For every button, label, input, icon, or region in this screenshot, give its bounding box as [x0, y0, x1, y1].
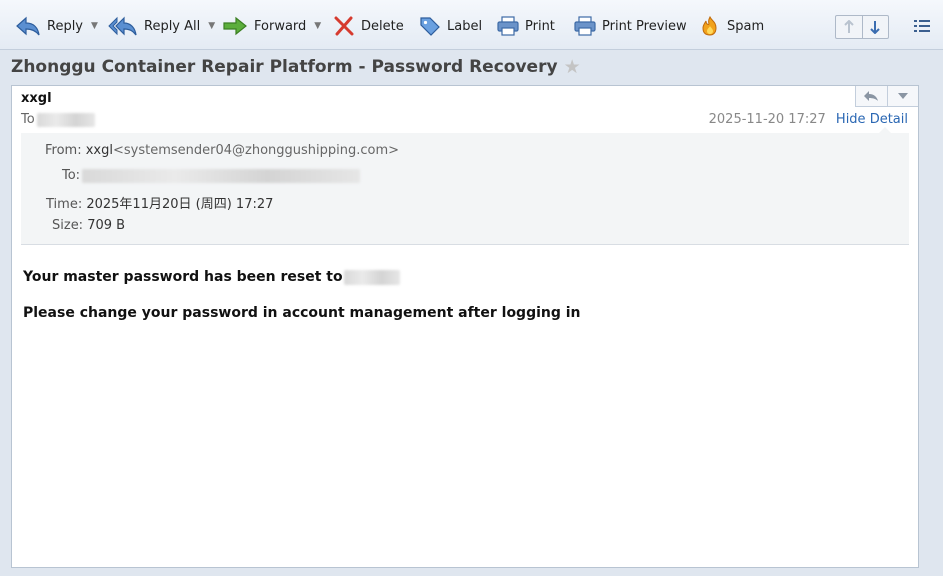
body-line-reset: Your master password has been reset to — [23, 269, 400, 285]
sender-name: xxgl — [21, 91, 52, 106]
quick-more-dropdown[interactable] — [888, 86, 919, 106]
reply-all-icon — [108, 16, 137, 36]
time-label: Time: — [46, 197, 83, 212]
print-label: Print — [525, 18, 555, 34]
message-panel: xxgl To 2025-11-20 17:27 Hide Detail Fro… — [11, 85, 919, 568]
from-email[interactable]: <systemsender04@zhonggushipping.com> — [113, 143, 399, 158]
time-value: 2025年11月20日 (周四) 17:27 — [86, 197, 274, 212]
reply-icon — [16, 16, 40, 36]
forward-dropdown-icon[interactable]: ▼ — [314, 21, 321, 31]
size-label: Size: — [52, 218, 84, 233]
next-message-button[interactable] — [863, 16, 889, 38]
size-value: 709 B — [87, 218, 126, 233]
message-navigation — [835, 15, 889, 39]
printer-icon — [497, 16, 519, 36]
message-date: 2025-11-20 17:27 — [708, 112, 826, 127]
delete-label: Delete — [361, 18, 404, 34]
to-row: To: — [62, 168, 361, 183]
body-text-reset: Your master password has been reset to — [23, 269, 343, 285]
size-row: Size: 709 B — [52, 218, 125, 233]
label-button[interactable]: Label — [419, 13, 482, 39]
label-label: Label — [447, 18, 483, 34]
star-icon[interactable]: ★ — [564, 56, 581, 78]
quick-actions — [855, 86, 918, 107]
reply-all-button[interactable]: Reply All ▼ — [108, 13, 215, 39]
from-label: From: — [45, 143, 82, 158]
from-name: xxgl — [85, 143, 113, 158]
arrow-up-icon — [844, 20, 854, 33]
hide-detail-link[interactable]: Hide Detail — [836, 112, 908, 127]
previous-message-button[interactable] — [836, 16, 863, 38]
print-preview-button[interactable]: Print Preview — [574, 13, 687, 39]
date-line: 2025-11-20 17:27 Hide Detail — [709, 112, 908, 127]
time-row: Time: 2025年11月20日 (周四) 17:27 — [46, 193, 273, 212]
reply-button[interactable]: Reply ▼ — [15, 13, 98, 39]
header-details: From: xxgl<systemsender04@zhonggushippin… — [21, 127, 909, 245]
reply-label: Reply — [47, 18, 84, 34]
tag-icon — [420, 17, 440, 36]
spam-button[interactable]: Spam — [699, 13, 764, 39]
redacted-password — [343, 269, 400, 285]
print-preview-label: Print Preview — [602, 18, 687, 34]
redacted-recipients — [82, 168, 361, 183]
email-subject: Zhonggu Container Repair Platform - Pass… — [11, 55, 581, 79]
arrow-down-icon — [870, 21, 880, 34]
toolbar: Reply ▼ Reply All ▼ Forward ▼ Delete Lab… — [0, 0, 943, 50]
body-line-instructions: Please change your password in account m… — [23, 305, 581, 321]
reply-all-label: Reply All — [144, 18, 201, 34]
quick-reply-button[interactable] — [856, 86, 888, 106]
more-menu-icon[interactable] — [914, 19, 930, 37]
spam-fire-icon — [702, 15, 717, 36]
detail-pointer — [879, 127, 891, 133]
reply-icon — [864, 91, 879, 101]
spam-label: Spam — [727, 18, 765, 34]
reply-dropdown-icon[interactable]: ▼ — [91, 21, 98, 31]
to-prefix: To — [21, 112, 35, 127]
delete-x-icon — [334, 16, 354, 36]
print-preview-icon — [574, 16, 596, 36]
print-button[interactable]: Print — [497, 13, 555, 39]
delete-button[interactable]: Delete — [333, 13, 404, 39]
forward-button[interactable]: Forward ▼ — [222, 13, 321, 39]
subject-text: Zhonggu Container Repair Platform - Pass… — [11, 57, 558, 77]
forward-label: Forward — [254, 18, 307, 34]
reply-all-dropdown-icon[interactable]: ▼ — [208, 21, 215, 31]
to-label: To: — [62, 168, 81, 183]
redacted-recipient — [36, 112, 95, 127]
recipient-summary: To — [21, 112, 95, 127]
forward-arrow-icon — [223, 16, 247, 36]
from-row: From: xxgl<systemsender04@zhonggushippin… — [45, 143, 399, 158]
chevron-down-icon — [897, 93, 908, 99]
